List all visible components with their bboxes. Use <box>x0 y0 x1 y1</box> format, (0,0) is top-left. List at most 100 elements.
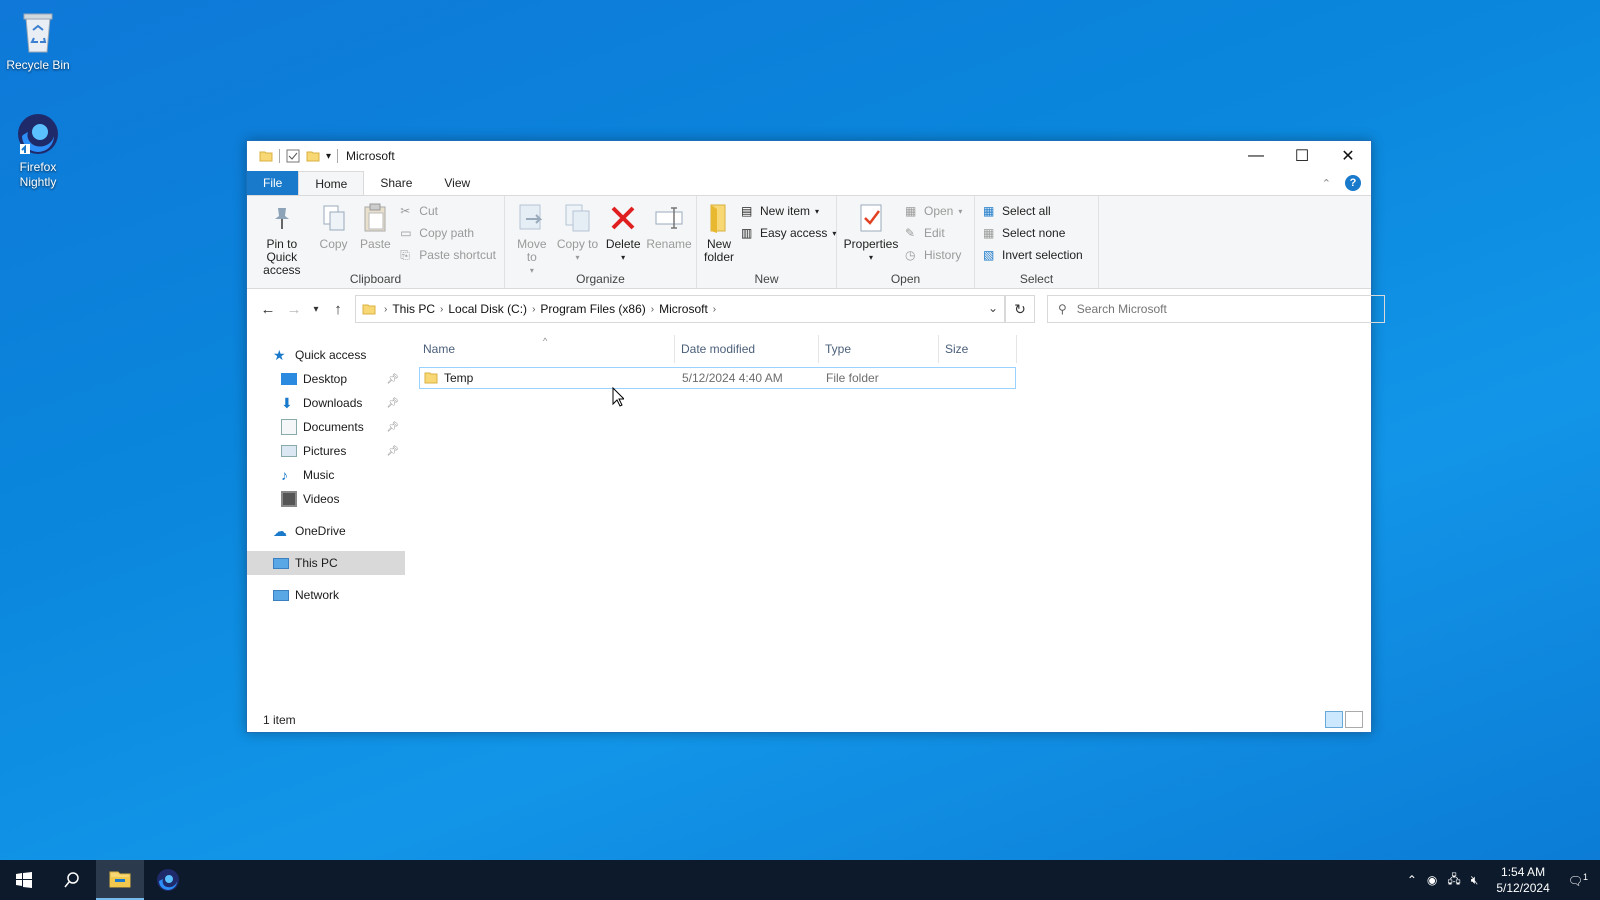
collapse-ribbon-icon[interactable]: ⌃ <box>1322 177 1331 190</box>
mouse-cursor-icon <box>612 387 624 407</box>
clipboard-group: Pin to Quick access Copy Paste ✂ Cut ▭ Cop… <box>247 196 505 288</box>
meet-now-icon[interactable]: ◉ <box>1427 873 1437 887</box>
taskbar-file-explorer[interactable] <box>96 860 144 900</box>
sort-ascending-icon: ^ <box>543 336 548 346</box>
history-icon: ◷ <box>905 248 916 262</box>
breadcrumb-local-disk[interactable]: Local Disk (C:) <box>448 302 527 316</box>
paste-shortcut-button[interactable]: ⎘ Paste shortcut <box>400 246 496 264</box>
breadcrumb-microsoft[interactable]: Microsoft <box>659 302 708 316</box>
rename-icon <box>653 202 685 234</box>
nav-documents[interactable]: Documents 📌︎ <box>247 415 405 439</box>
tab-share[interactable]: Share <box>364 171 428 195</box>
search-button[interactable] <box>48 860 96 900</box>
forward-button[interactable]: → <box>281 301 307 318</box>
edit-button[interactable]: ✎ Edit <box>905 224 962 242</box>
desktop-icon-label: Recycle Bin <box>6 58 70 72</box>
nav-music[interactable]: ♪ Music <box>247 463 405 487</box>
details-view-button[interactable] <box>1325 711 1343 728</box>
minimize-button[interactable]: — <box>1233 141 1279 171</box>
nav-onedrive[interactable]: ☁ OneDrive <box>247 519 405 543</box>
recent-locations-button[interactable]: ▾ <box>307 304 325 315</box>
nav-downloads[interactable]: ⬇ Downloads 📌︎ <box>247 391 405 415</box>
desktop-icon-firefox-nightly[interactable]: Firefox Nightly <box>0 110 76 190</box>
copy-path-button[interactable]: ▭ Copy path <box>400 224 496 242</box>
file-name: Temp <box>444 371 474 385</box>
new-item-button[interactable]: ▤ New item ▾ <box>741 202 836 220</box>
search-input[interactable] <box>1076 302 1357 316</box>
close-button[interactable]: ✕ <box>1325 141 1371 171</box>
recycle-bin-icon <box>14 8 62 56</box>
clock[interactable]: 1:54 AM 5/12/2024 <box>1496 864 1549 896</box>
notifications-icon[interactable]: 🗨︎1 <box>1568 872 1588 888</box>
group-label: Organize <box>576 272 625 286</box>
address-dropdown-icon[interactable]: ⌄ <box>988 301 998 315</box>
breadcrumb-program-files[interactable]: Program Files (x86) <box>540 302 645 316</box>
nav-pictures[interactable]: Pictures 📌︎ <box>247 439 405 463</box>
nav-desktop[interactable]: Desktop 📌︎ <box>247 367 405 391</box>
system-tray: ⌃ ◉ 🖧︎ 🔇︎ 1:54 AM 5/12/2024 🗨︎1 <box>1407 860 1600 900</box>
invert-selection-icon: ▧ <box>983 248 995 262</box>
open-button[interactable]: ▦ Open ▾ <box>905 202 962 220</box>
clock-date: 5/12/2024 <box>1496 881 1550 895</box>
status-bar: 1 item <box>247 708 1371 732</box>
cut-button[interactable]: ✂ Cut <box>400 202 496 220</box>
volume-muted-icon[interactable]: 🔇︎ <box>1471 873 1479 888</box>
properties-check-icon[interactable] <box>286 149 300 163</box>
search-box[interactable]: ⚲ <box>1047 295 1385 323</box>
show-hidden-icons-icon[interactable]: ⌃ <box>1407 873 1417 887</box>
back-button[interactable]: ← <box>255 301 281 318</box>
paste-shortcut-icon: ⎘ <box>400 248 410 262</box>
select-all-button[interactable]: ▦ Select all <box>983 202 1083 220</box>
large-icons-view-button[interactable] <box>1345 711 1363 728</box>
qat-dropdown-icon[interactable]: ▾ <box>326 151 331 162</box>
firefox-nightly-icon <box>157 869 179 891</box>
music-note-icon: ♪ <box>281 467 288 483</box>
tab-home[interactable]: Home <box>298 171 365 195</box>
pictures-icon <box>281 445 297 457</box>
folder-icon <box>424 372 438 384</box>
computer-icon <box>273 557 289 569</box>
new-folder-icon <box>703 202 735 234</box>
history-button[interactable]: ◷ History <box>905 246 962 264</box>
address-bar[interactable]: › This PC › Local Disk (C:) › Program Fi… <box>355 295 1005 323</box>
start-button[interactable] <box>0 860 48 900</box>
navigation-pane: ★ Quick access Desktop 📌︎ ⬇ Downloads 📌︎… <box>247 335 405 708</box>
file-date: 5/12/2024 4:40 AM <box>682 371 783 385</box>
nav-network[interactable]: Network <box>247 583 405 607</box>
column-header-name[interactable]: ^ Name <box>419 335 675 363</box>
nav-this-pc[interactable]: This PC <box>247 551 405 575</box>
move-to-icon <box>516 202 548 234</box>
download-arrow-icon: ⬇ <box>281 395 293 411</box>
new-folder-icon[interactable] <box>306 149 320 163</box>
help-icon[interactable]: ? <box>1345 175 1361 191</box>
item-count: 1 item <box>263 713 296 727</box>
desktop-icon-recycle-bin[interactable]: Recycle Bin <box>0 8 76 73</box>
title-bar[interactable]: ▾ Microsoft — ☐ ✕ <box>247 141 1371 171</box>
videos-icon <box>281 491 297 507</box>
invert-selection-button[interactable]: ▧ Invert selection <box>983 246 1083 264</box>
refresh-button[interactable]: ↻ <box>1005 295 1035 323</box>
delete-x-icon <box>607 202 639 234</box>
maximize-button[interactable]: ☐ <box>1279 141 1325 171</box>
tab-file[interactable]: File <box>247 171 299 195</box>
breadcrumb-this-pc[interactable]: This PC <box>392 302 435 316</box>
select-none-button[interactable]: ▦ Select none <box>983 224 1083 242</box>
nav-quick-access[interactable]: ★ Quick access <box>247 343 405 367</box>
file-row[interactable]: Temp 5/12/2024 4:40 AM File folder <box>419 367 1016 389</box>
taskbar-firefox-nightly[interactable] <box>144 860 192 900</box>
group-label: New <box>754 272 779 286</box>
column-header-size[interactable]: Size <box>939 335 1017 363</box>
desktop-icon <box>281 373 297 385</box>
nav-videos[interactable]: Videos <box>247 487 405 511</box>
column-header-type[interactable]: Type <box>819 335 939 363</box>
easy-access-button[interactable]: ▥ Easy access ▾ <box>741 224 836 242</box>
copy-icon <box>318 202 350 234</box>
ribbon-tabs: File Home Share View ⌃ ? <box>247 171 1371 195</box>
new-item-icon: ▤ <box>741 204 753 218</box>
up-button[interactable]: ↑ <box>325 301 351 318</box>
documents-icon <box>281 419 297 435</box>
ribbon: Pin to Quick access Copy Paste ✂ Cut ▭ Cop… <box>247 195 1371 289</box>
column-header-date[interactable]: Date modified <box>675 335 819 363</box>
network-icon[interactable]: 🖧︎ <box>1447 870 1460 891</box>
tab-view[interactable]: View <box>428 171 486 195</box>
